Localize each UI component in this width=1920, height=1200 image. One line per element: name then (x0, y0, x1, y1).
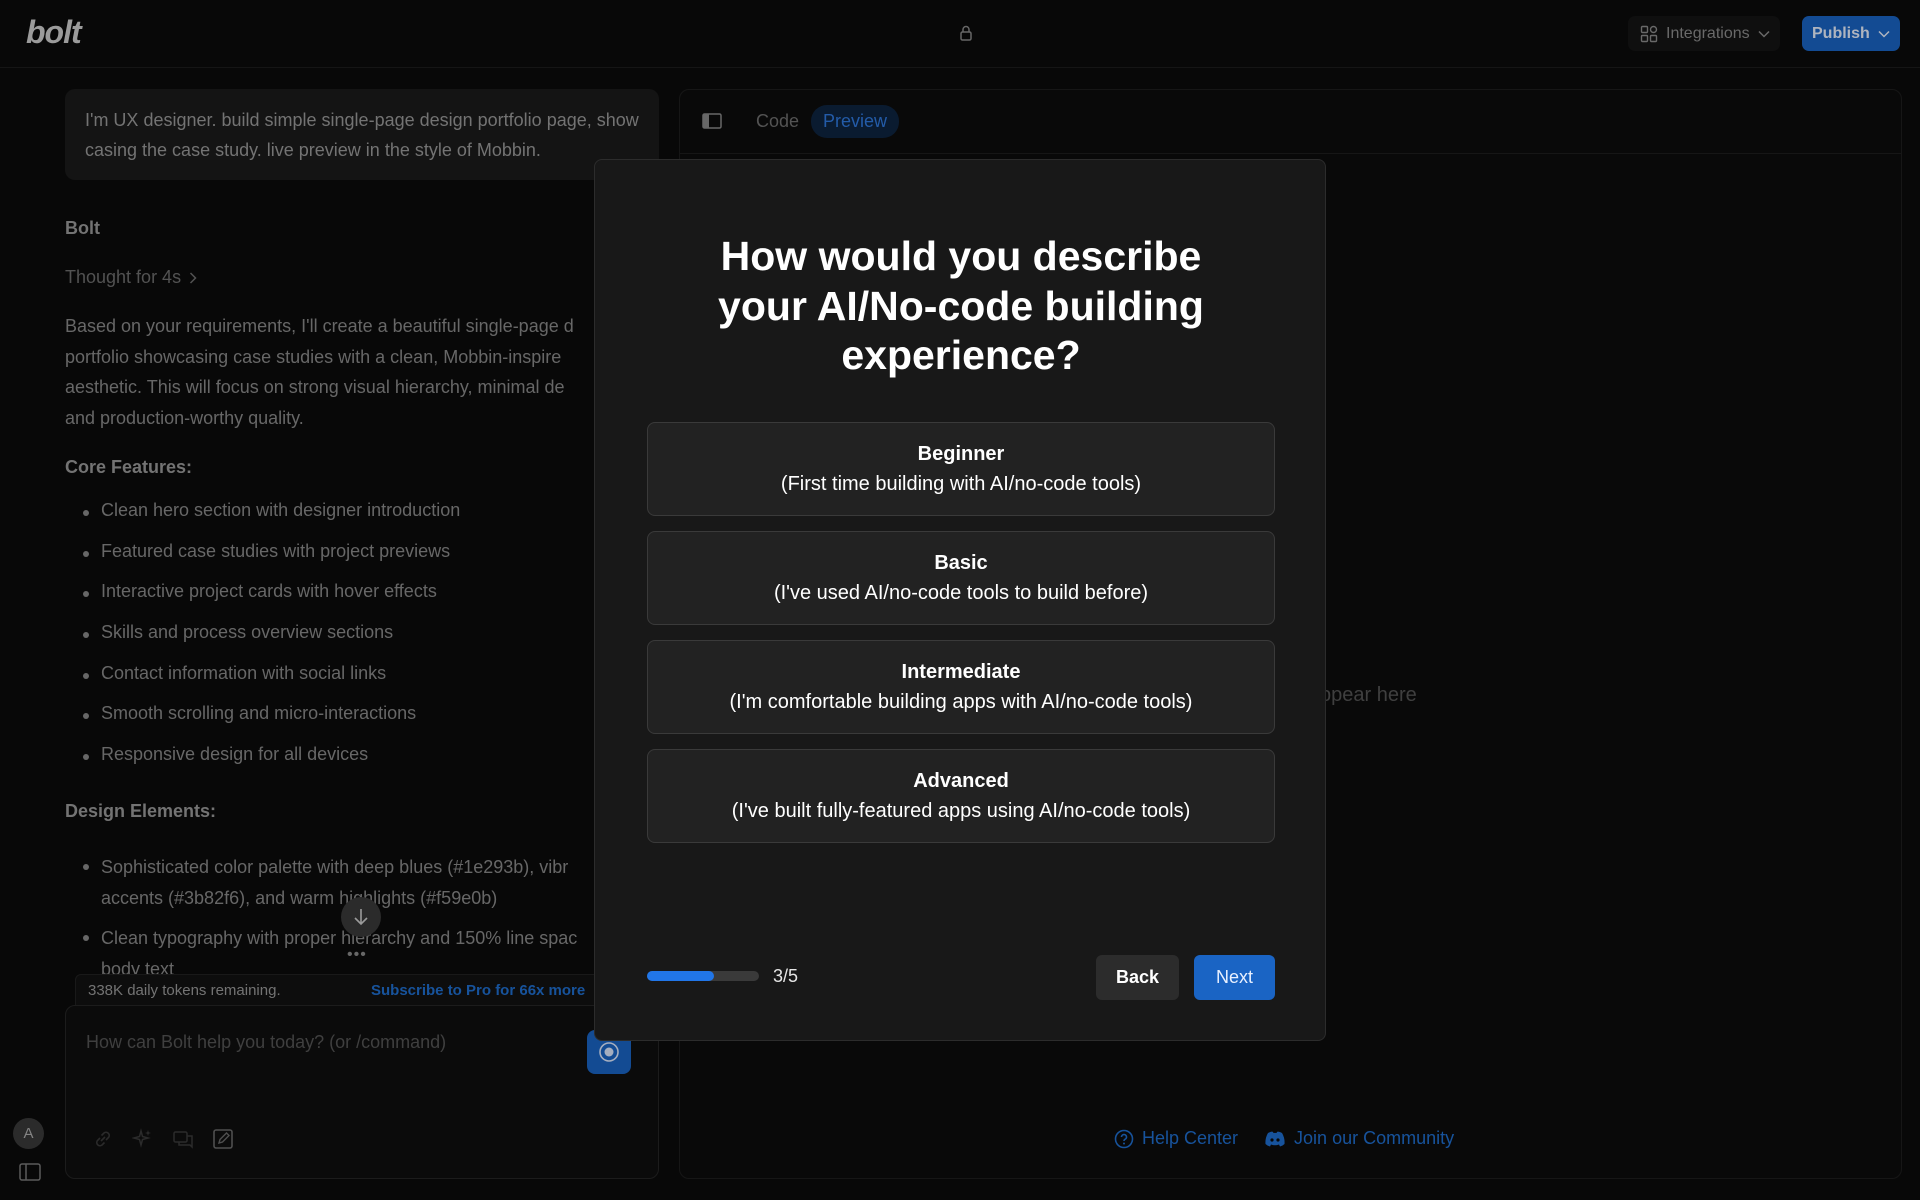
option-description: (I've used AI/no-code tools to build bef… (773, 582, 1149, 604)
progress-bar (647, 971, 759, 981)
back-button[interactable]: Back (1096, 955, 1179, 1000)
next-button[interactable]: Next (1194, 955, 1275, 1000)
onboarding-modal: How would you describe your AI/No-code b… (594, 159, 1326, 1041)
option-intermediate[interactable]: Intermediate (I'm comfortable building a… (647, 640, 1275, 734)
progress-fill (647, 971, 715, 981)
option-description: (I'm comfortable building apps with AI/n… (729, 691, 1193, 713)
option-description: (First time building with AI/no-code too… (780, 473, 1142, 495)
option-basic[interactable]: Basic (I've used AI/no-code tools to bui… (647, 531, 1275, 625)
option-title: Beginner (917, 443, 1005, 465)
option-title: Intermediate (901, 661, 1021, 683)
option-advanced[interactable]: Advanced (I've built fully-featured apps… (647, 749, 1275, 843)
modal-title: How would you describe your AI/No-code b… (718, 233, 1204, 378)
option-title: Basic (934, 552, 988, 574)
option-beginner[interactable]: Beginner (First time building with AI/no… (647, 422, 1275, 516)
progress-label: 3/5 (773, 966, 799, 986)
option-description: (I've built fully-featured apps using AI… (731, 800, 1191, 822)
option-title: Advanced (913, 770, 1009, 792)
